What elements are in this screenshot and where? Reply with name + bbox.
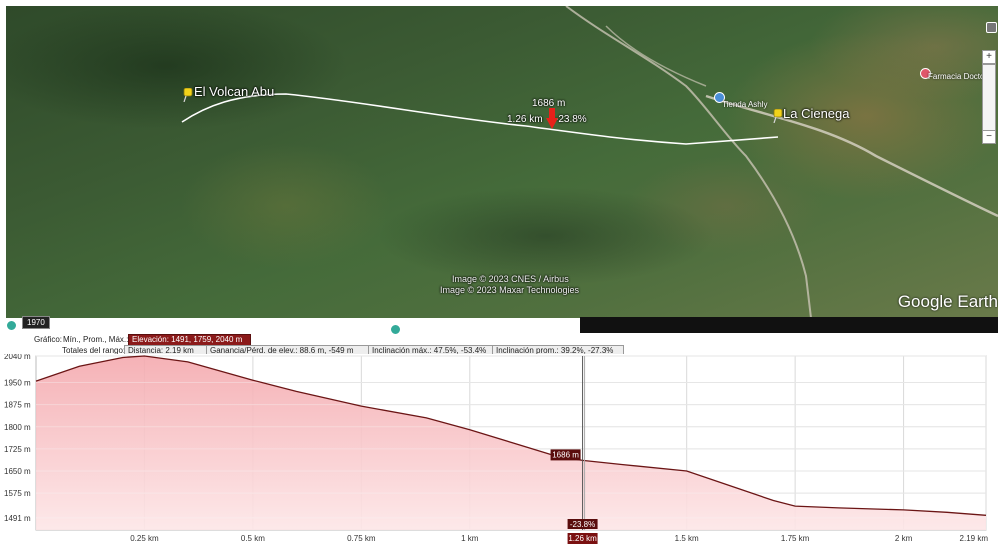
- street-view-icon[interactable]: [986, 22, 997, 33]
- elevation-profile-chart[interactable]: 1491 m 1575 m 1650 m 1725 m 1800 m 1875 m 1950…: [0, 354, 1000, 544]
- road: [605, 25, 707, 87]
- cursor-elevation-label: 1686 m: [552, 450, 579, 459]
- map-overlay: [181, 6, 998, 318]
- position-marker-icon: [546, 108, 558, 129]
- x-tick-label: 1 km: [461, 534, 479, 543]
- imagery-credit: Image © 2023 CNES / Airbus: [452, 274, 569, 284]
- x-tick-label: 0.5 km: [241, 534, 265, 543]
- graph-label: Gráfico:: [34, 335, 63, 344]
- pushpin-icon[interactable]: [182, 88, 194, 102]
- cursor-slope-readout: -23.8%: [555, 114, 587, 125]
- road: [705, 94, 998, 218]
- y-tick-label: 1575 m: [4, 489, 31, 498]
- zoom-in-button[interactable]: +: [982, 50, 996, 64]
- historical-year-badge[interactable]: 1970: [22, 316, 50, 329]
- x-tick-label: 1.75 km: [781, 534, 810, 543]
- road: [565, 6, 812, 318]
- measure-path: [181, 93, 779, 145]
- x-tick-label: 0.25 km: [130, 534, 159, 543]
- place-label-cienega[interactable]: La Cienega: [783, 106, 850, 121]
- place-label-volcan[interactable]: El Volcan Abu: [194, 84, 274, 99]
- y-tick-label: 2040 m: [4, 354, 31, 361]
- zoom-slider[interactable]: [982, 64, 996, 132]
- y-tick-label: 1950 m: [4, 379, 31, 388]
- cursor-distance-readout: 1.26 km: [507, 114, 543, 125]
- zoom-out-button[interactable]: −: [982, 130, 996, 144]
- x-tick-label: 1.5 km: [675, 534, 699, 543]
- y-tick-label: 1800 m: [4, 423, 31, 432]
- y-tick-label: 1650 m: [4, 467, 31, 476]
- elevation-stats-panel: Gráfico: Mín., Prom., Máx.: Elevación: 1…: [6, 334, 998, 357]
- y-tick-label: 1875 m: [4, 401, 31, 410]
- google-earth-logo: Google Earth: [897, 292, 998, 311]
- satellite-map-view[interactable]: El Volcan Abu La Cienega Tienda Ashly Fa…: [6, 6, 998, 318]
- cursor-slope-label: -23.8%: [570, 520, 595, 529]
- y-tick-label: 1725 m: [4, 445, 31, 454]
- status-bar: [580, 317, 998, 333]
- y-tick-label: 1491 m: [4, 514, 31, 523]
- poi-label-tienda[interactable]: Tienda Ashly: [722, 100, 768, 109]
- x-tick-label: 2 km: [895, 534, 913, 543]
- x-tick-label: 1.26 km: [568, 534, 597, 543]
- x-tick-label: 2.19 km: [960, 534, 989, 543]
- globe-icon[interactable]: [6, 320, 17, 331]
- elevation-profile-svg[interactable]: 1491 m 1575 m 1650 m 1725 m 1800 m 1875 m 1950…: [0, 354, 1000, 544]
- x-tick-label: 0.75 km: [347, 534, 376, 543]
- imagery-credit: Image © 2023 Maxar Technologies: [440, 285, 580, 295]
- graph-modes[interactable]: Mín., Prom., Máx.:: [63, 335, 128, 345]
